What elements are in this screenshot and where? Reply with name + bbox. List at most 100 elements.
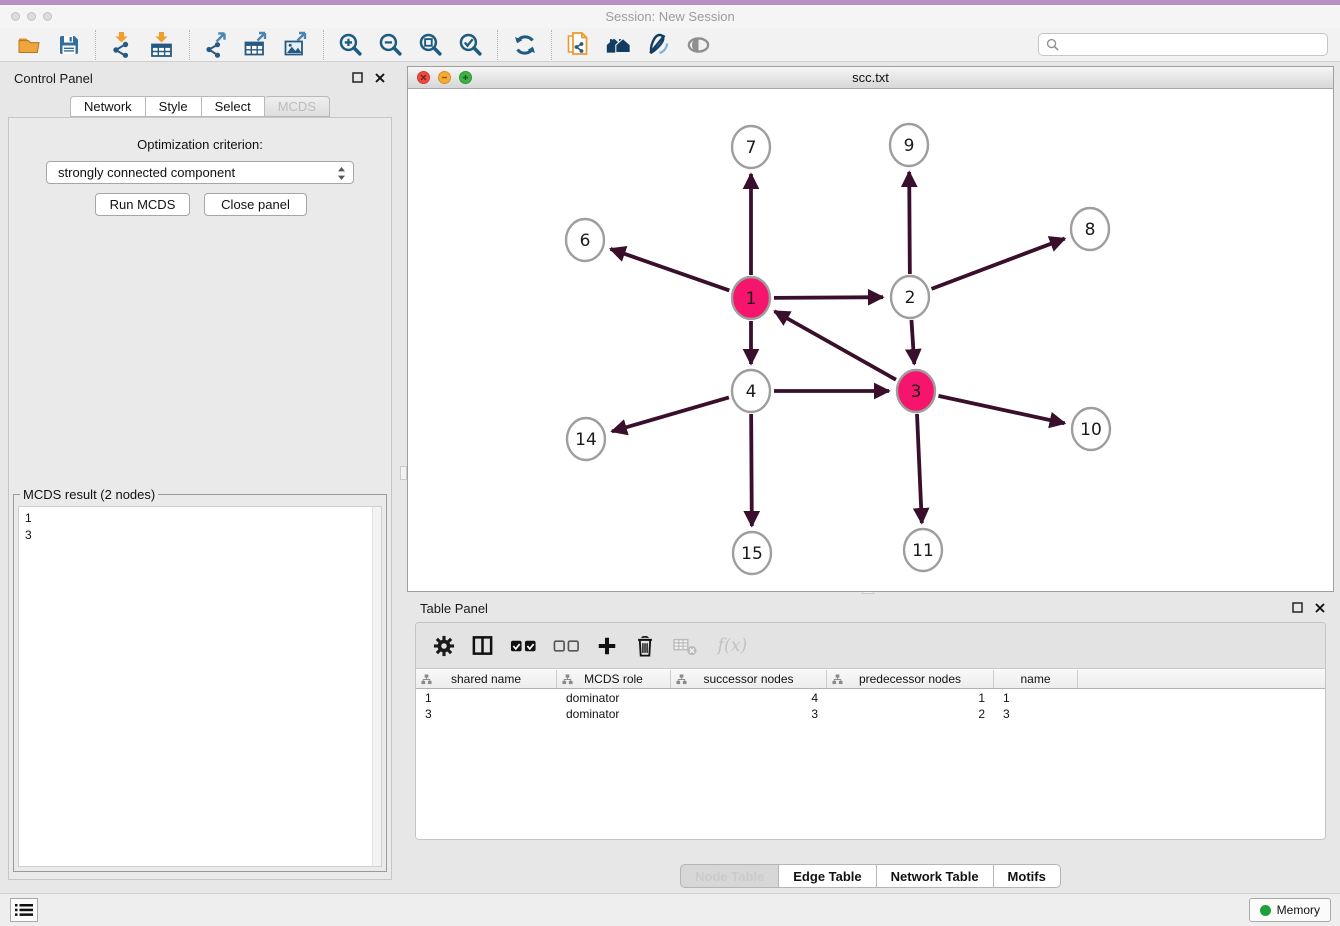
mcds-panel: Optimization criterion: strongly connect… xyxy=(8,117,392,880)
vertical-divider-grip[interactable] xyxy=(400,466,407,480)
visual-style-icon[interactable] xyxy=(645,31,672,58)
node-label: 2 xyxy=(905,288,916,308)
node-label: 1 xyxy=(746,289,757,309)
table-cell[interactable]: 3 xyxy=(671,706,827,722)
network-canvas[interactable]: 7961284314101511 xyxy=(408,89,1333,591)
node-7[interactable]: 7 xyxy=(732,126,770,168)
tab-style[interactable]: Style xyxy=(146,96,202,117)
node-4[interactable]: 4 xyxy=(732,370,770,412)
close-panel-button[interactable]: Close panel xyxy=(204,193,307,216)
edge-3-11[interactable] xyxy=(917,414,922,523)
search-box xyxy=(1038,33,1328,56)
refresh-layout-icon[interactable] xyxy=(511,31,538,58)
network-window-title: scc.txt xyxy=(408,70,1333,85)
export-table-icon[interactable] xyxy=(243,31,270,58)
split-view-icon[interactable] xyxy=(471,634,494,657)
edge-1-6[interactable] xyxy=(610,249,729,291)
tab-select[interactable]: Select xyxy=(202,96,265,117)
save-session-icon[interactable] xyxy=(55,31,82,58)
float-table-panel-icon[interactable] xyxy=(1292,602,1303,613)
tab-network-table[interactable]: Network Table xyxy=(877,864,994,888)
mcds-result-area[interactable]: 1 3 xyxy=(18,506,382,867)
node-11[interactable]: 11 xyxy=(904,529,942,571)
table-cell[interactable]: 1 xyxy=(994,690,1078,706)
column-header-shared-name[interactable]: shared name xyxy=(416,670,557,688)
export-network-icon[interactable] xyxy=(203,31,230,58)
node-15[interactable]: 15 xyxy=(733,532,771,574)
table-row[interactable]: 1dominator411 xyxy=(416,690,1325,706)
table-panel: Table Panel f(x) shared nameMCDS rolesuc… xyxy=(407,595,1334,890)
table-row[interactable]: 3dominator323 xyxy=(416,706,1325,722)
node-10[interactable]: 10 xyxy=(1072,408,1110,450)
column-header-MCDS-role[interactable]: MCDS role xyxy=(557,670,671,688)
table-cell[interactable]: dominator xyxy=(557,706,671,722)
zoom-fit-icon[interactable] xyxy=(417,31,444,58)
table-cell[interactable]: 2 xyxy=(827,706,994,722)
criterion-select[interactable]: strongly connected component xyxy=(46,161,354,184)
table-panel-title: Table Panel xyxy=(420,601,488,616)
node-label: 6 xyxy=(580,231,591,251)
new-network-document-icon[interactable] xyxy=(565,31,592,58)
import-table-icon[interactable] xyxy=(149,31,176,58)
table-cell[interactable]: 3 xyxy=(416,706,557,722)
memory-button[interactable]: Memory xyxy=(1249,898,1331,922)
import-network-icon[interactable] xyxy=(109,31,136,58)
sort-icon xyxy=(562,674,573,685)
double-home-icon[interactable] xyxy=(605,31,632,58)
tab-node-table[interactable]: Node Table xyxy=(680,864,779,888)
edge-4-15[interactable] xyxy=(751,414,752,526)
close-table-panel-icon[interactable] xyxy=(1315,603,1325,613)
export-image-icon[interactable] xyxy=(283,31,310,58)
search-input[interactable] xyxy=(1063,38,1320,52)
column-header-predecessor-nodes[interactable]: predecessor nodes xyxy=(827,670,994,688)
table-cell[interactable]: 1 xyxy=(416,690,557,706)
open-session-icon[interactable] xyxy=(15,31,42,58)
column-header-successor-nodes[interactable]: successor nodes xyxy=(671,670,827,688)
window-titlebar: Session: New Session xyxy=(0,5,1340,28)
eye-icon[interactable] xyxy=(685,31,712,58)
result-scrollbar[interactable] xyxy=(372,507,381,866)
edge-2-8[interactable] xyxy=(932,239,1065,289)
node-9[interactable]: 9 xyxy=(890,124,928,166)
task-history-button[interactable] xyxy=(10,898,38,922)
zoom-out-icon[interactable] xyxy=(377,31,404,58)
memory-label: Memory xyxy=(1277,903,1320,917)
checked-boxes-icon[interactable] xyxy=(510,637,537,655)
table-cell[interactable]: 3 xyxy=(994,706,1078,722)
tab-edge-table[interactable]: Edge Table xyxy=(779,864,876,888)
gear-icon[interactable] xyxy=(433,635,455,657)
tab-network[interactable]: Network xyxy=(70,96,146,117)
tab-mcds[interactable]: MCDS xyxy=(265,96,330,117)
zoom-selected-icon[interactable] xyxy=(457,31,484,58)
node-6[interactable]: 6 xyxy=(566,219,604,261)
node-1[interactable]: 1 xyxy=(732,277,770,319)
add-column-icon[interactable] xyxy=(596,635,618,657)
edge-1-2[interactable] xyxy=(774,297,883,298)
edge-2-3[interactable] xyxy=(911,320,914,364)
edge-2-9[interactable] xyxy=(909,172,910,274)
column-header-label: successor nodes xyxy=(703,672,793,686)
float-panel-icon[interactable] xyxy=(352,72,363,83)
delete-column-icon[interactable] xyxy=(634,634,656,658)
memory-status-icon xyxy=(1260,905,1271,916)
edge-4-14[interactable] xyxy=(612,397,729,431)
edge-3-10[interactable] xyxy=(938,396,1064,423)
network-window-titlebar[interactable]: scc.txt xyxy=(408,67,1333,89)
close-panel-icon[interactable] xyxy=(375,73,385,83)
table-tabs: Node TableEdge TableNetwork TableMotifs xyxy=(407,864,1334,888)
edge-3-1[interactable] xyxy=(775,311,896,379)
column-header-name[interactable]: name xyxy=(994,670,1078,688)
column-header-label: name xyxy=(1020,672,1050,686)
node-2[interactable]: 2 xyxy=(891,276,929,318)
table-cell[interactable]: 4 xyxy=(671,690,827,706)
node-3[interactable]: 3 xyxy=(897,370,935,412)
tab-motifs[interactable]: Motifs xyxy=(994,864,1061,888)
zoom-in-icon[interactable] xyxy=(337,31,364,58)
table-cell[interactable]: 1 xyxy=(827,690,994,706)
table-cell[interactable]: dominator xyxy=(557,690,671,706)
node-8[interactable]: 8 xyxy=(1071,208,1109,250)
run-mcds-button[interactable]: Run MCDS xyxy=(95,193,190,216)
unchecked-boxes-icon[interactable] xyxy=(553,637,580,655)
node-14[interactable]: 14 xyxy=(567,418,605,460)
criterion-select-value: strongly connected component xyxy=(58,165,235,180)
